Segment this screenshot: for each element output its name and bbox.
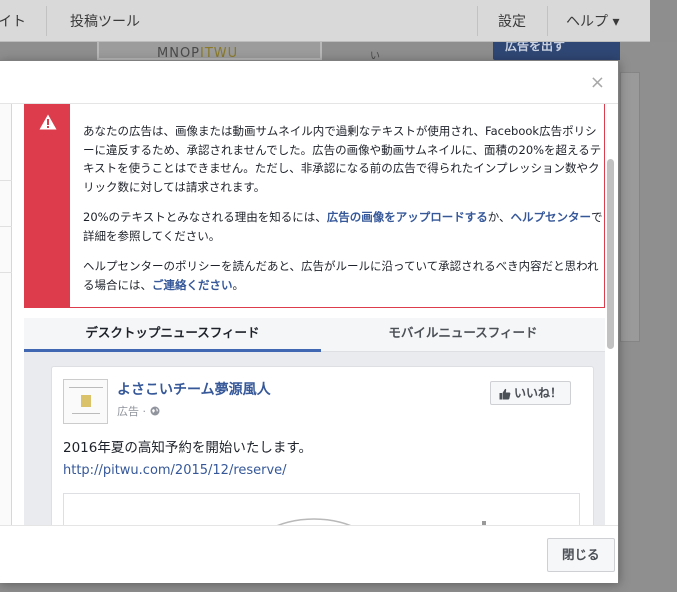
- background-panel: [620, 72, 640, 342]
- background-topbar: イト 投稿ツール 設定 ヘルプ ▾: [0, 0, 650, 42]
- background-card-text: MNOPITWU: [157, 46, 239, 60]
- globe-icon: [150, 406, 159, 416]
- alert-message: あなたの広告は、画像または動画サムネイル内で過剰なテキストが使用され、Faceb…: [83, 122, 605, 306]
- ad-preview-area: よさこいチーム夢源風人 広告 · いいね！ 2016年夏の高知予約を開始いたしま…: [24, 352, 605, 525]
- avatar-line: [72, 413, 100, 414]
- post-url-link[interactable]: http://pitwu.com/2015/12/reserve/: [63, 463, 287, 478]
- background-card: MNOPITWU: [97, 42, 322, 60]
- sponsored-label: 広告 ·: [117, 403, 160, 419]
- dialog-scrollbar[interactable]: [607, 159, 614, 349]
- divider: [477, 6, 478, 36]
- dialog-footer: 閉じる: [0, 525, 618, 583]
- help-menu[interactable]: ヘルプ ▾: [566, 11, 619, 31]
- like-page-button[interactable]: いいね！: [489, 381, 571, 405]
- divider: [0, 272, 12, 273]
- policy-alert: あなたの広告は、画像または動画サムネイル内で過剰なテキストが使用され、Faceb…: [24, 104, 605, 308]
- close-icon[interactable]: ×: [590, 72, 605, 93]
- dialog-header: ×: [0, 61, 618, 104]
- ad-post-preview: よさこいチーム夢源風人 広告 · いいね！ 2016年夏の高知予約を開始いたしま…: [51, 366, 594, 525]
- placement-tabs: デスクトップニュースフィード モバイルニュースフィード: [24, 318, 605, 352]
- post-message: 2016年夏の高知予約を開始いたします。: [63, 440, 313, 456]
- avatar-line: [69, 387, 103, 388]
- topbar-fragment[interactable]: イト: [0, 11, 26, 31]
- alert-paragraph-2: 20%のテキストとみなされる理由を知るには、広告の画像をアップロードするか、ヘル…: [83, 210, 603, 243]
- alert-icon-strip: [25, 104, 70, 307]
- divider: [547, 6, 548, 36]
- tab-mobile-news-feed[interactable]: モバイルニュースフィード: [321, 318, 605, 352]
- left-panel: [0, 104, 12, 525]
- alert-paragraph-3: ヘルプセンターのポリシーを読んだあと、広告がルールに沿っていて承認されるべき内容…: [83, 259, 599, 292]
- divider: [46, 6, 47, 36]
- close-button[interactable]: 閉じる: [547, 538, 615, 572]
- post-image[interactable]: [63, 493, 580, 525]
- help-center-link[interactable]: ヘルプセンター: [511, 210, 592, 224]
- settings-link[interactable]: 設定: [498, 11, 526, 31]
- page-avatar[interactable]: [63, 379, 108, 424]
- divider: [0, 226, 12, 227]
- page-name-link[interactable]: よさこいチーム夢源風人: [117, 379, 271, 399]
- background-right-column: [620, 42, 677, 592]
- upload-ad-image-link[interactable]: 広告の画像をアップロードする: [327, 210, 488, 224]
- avatar-emblem: [81, 395, 91, 407]
- divider: [0, 180, 12, 181]
- alert-paragraph-1: あなたの広告は、画像または動画サムネイル内で過剰なテキストが使用され、Faceb…: [83, 124, 602, 194]
- publishing-tools-link[interactable]: 投稿ツール: [70, 11, 140, 31]
- dialog-body: あなたの広告は、画像または動画サムネイル内で過剰なテキストが使用され、Faceb…: [0, 104, 618, 525]
- post-image-graphic: [277, 518, 486, 525]
- ad-preview-dialog: × あなたの広告は、画像または動画サムネイル内で過剰なテキストが使用され、Fac…: [0, 60, 619, 583]
- background-ad-button[interactable]: 広告を出す: [493, 42, 627, 60]
- contact-us-link[interactable]: ご連絡ください: [152, 278, 233, 292]
- thumbs-up-icon: [499, 388, 511, 399]
- warning-triangle-icon: [39, 114, 57, 130]
- dialog-content: あなたの広告は、画像または動画サムネイル内で過剰なテキストが使用され、Faceb…: [24, 104, 605, 525]
- tab-desktop-news-feed[interactable]: デスクトップニュースフィード: [24, 318, 321, 352]
